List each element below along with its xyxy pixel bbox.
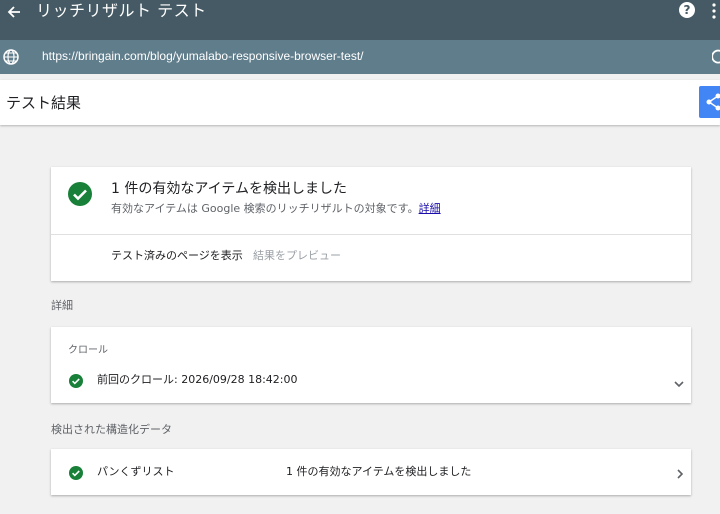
help-icon[interactable]: ?: [679, 2, 695, 18]
url-bar: https://bringain.com/blog/yumalabo-respo…: [0, 40, 720, 74]
globe-icon: [2, 48, 20, 66]
refresh-icon[interactable]: [711, 48, 720, 64]
result-summary-card: 1 件の有効なアイテムを検出しました 有効なアイテムは Google 検索のリッ…: [51, 167, 691, 281]
detail-link[interactable]: 詳細: [419, 202, 441, 215]
last-crawl-text: 前回のクロール: 2026/09/28 18:42:00: [97, 373, 298, 386]
share-button[interactable]: [699, 86, 720, 118]
crawl-card[interactable]: クロール 前回のクロール: 2026/09/28 18:42:00: [51, 327, 691, 403]
check-circle-icon: [69, 465, 83, 480]
summary-description: 有効なアイテムは Google 検索のリッチリザルトの対象です。詳細: [111, 202, 441, 216]
structured-data-section-label: 検出された構造化データ: [51, 423, 172, 436]
chevron-down-icon[interactable]: [673, 374, 685, 388]
back-arrow-icon[interactable]: [4, 2, 24, 22]
page-header: テスト結果: [0, 80, 720, 125]
crawl-heading: クロール: [68, 345, 108, 356]
divider: [51, 234, 691, 235]
more-vert-icon[interactable]: [709, 2, 719, 20]
details-section-label: 詳細: [51, 299, 73, 312]
app-title: リッチリザルト テスト: [36, 1, 207, 20]
summary-description-text: 有効なアイテムは Google 検索のリッチリザルトの対象です。: [111, 202, 419, 215]
tested-url[interactable]: https://bringain.com/blog/yumalabo-respo…: [42, 48, 363, 64]
structured-data-status: 1 件の有効なアイテムを検出しました: [286, 465, 472, 478]
summary-title: 1 件の有効なアイテムを検出しました: [111, 181, 347, 197]
view-tested-page-button[interactable]: テスト済みのページを表示: [111, 249, 243, 263]
structured-data-type: パンくずリスト: [97, 465, 175, 478]
app-bar: リッチリザルト テスト ?: [0, 0, 720, 40]
check-circle-icon: [69, 373, 83, 388]
share-icon: [706, 93, 720, 111]
chevron-right-icon[interactable]: [676, 465, 684, 479]
breadcrumb-item-row[interactable]: パンくずリスト 1 件の有効なアイテムを検出しました: [51, 449, 691, 495]
page-title: テスト結果: [6, 94, 82, 112]
check-circle-icon: [67, 181, 93, 207]
preview-results-button[interactable]: 結果をプレビュー: [253, 249, 341, 263]
